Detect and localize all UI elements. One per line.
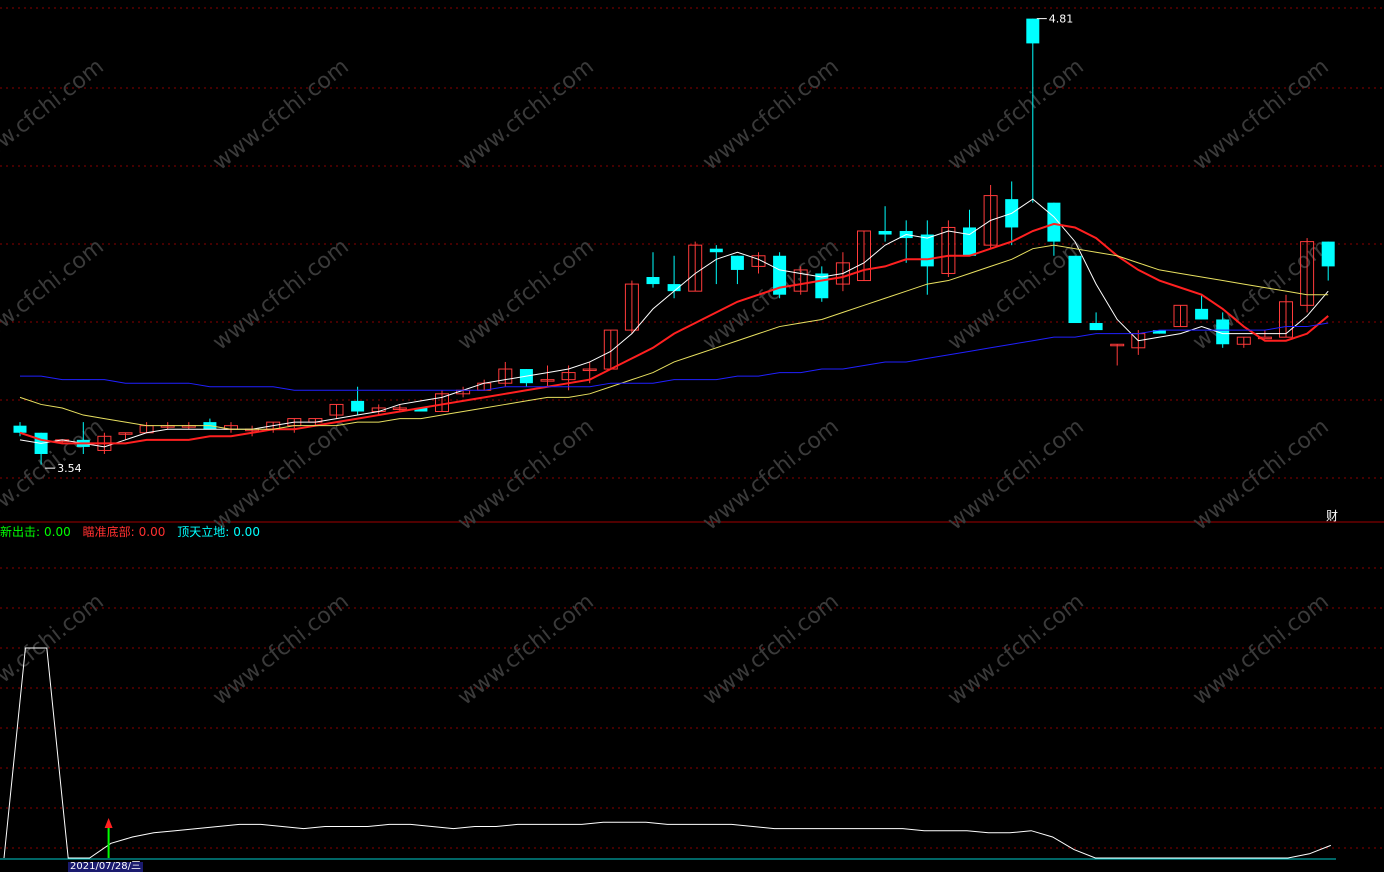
candle (351, 386, 365, 416)
candle (688, 241, 703, 292)
ma-line (19, 198, 1329, 448)
legend-label: 瞄准底部: (82, 525, 135, 539)
candle (519, 369, 533, 387)
candle (983, 184, 998, 249)
candle (878, 206, 892, 242)
watermark-text: www.cfchi.com (943, 589, 1088, 710)
candle (203, 418, 217, 430)
watermark-text: www.cfchi.com (0, 589, 109, 710)
indicator-line (3, 647, 1331, 859)
watermark-text: www.cfchi.com (453, 589, 598, 710)
candle-body (878, 230, 892, 235)
candle-body (1089, 323, 1103, 331)
candle (1173, 304, 1188, 328)
moving-average-lines (19, 198, 1329, 448)
candle (1089, 312, 1103, 331)
candle (773, 252, 787, 299)
watermark-text: www.cfchi.com (453, 234, 598, 355)
candlestick-series (13, 18, 1335, 465)
candle (1068, 255, 1082, 324)
candle (435, 390, 449, 413)
legend-label: 新出击: (0, 525, 41, 539)
candle-body (13, 425, 27, 433)
legend-item-miaozhun: 瞄准底部: 0.00 (83, 525, 174, 539)
candle-body (1195, 308, 1209, 320)
watermark-text: www.cfchi.com (698, 414, 843, 535)
watermark-text: www.cfchi.com (1188, 414, 1333, 535)
watermark-layer: www.cfchi.com www.cfchi.com www.cfchi.com w… (0, 54, 1334, 710)
candle (498, 361, 513, 387)
indicator-legend: 新出击: 0.00 瞄准底部: 0.00 顶天立地: 0.00 (0, 523, 268, 540)
candle (730, 255, 744, 285)
candle (751, 252, 766, 274)
candle (941, 220, 956, 278)
chart-canvas: www.cfchi.com www.cfchi.com www.cfchi.com w… (0, 7, 1384, 860)
candle (139, 422, 154, 434)
indicator-subchart (3, 647, 1331, 859)
candle (1236, 336, 1251, 348)
candle (540, 365, 555, 387)
watermark-text: www.cfchi.com (208, 54, 353, 175)
candle (624, 280, 639, 334)
candle-body (646, 277, 660, 285)
candle-body (1321, 241, 1335, 267)
candle (899, 220, 913, 263)
legend-value: 0.00 (138, 525, 166, 539)
watermark-text: www.cfchi.com (453, 414, 598, 535)
watermark-text: www.cfchi.com (208, 589, 353, 710)
watermark-text: www.cfchi.com (698, 589, 843, 710)
candle-body (351, 400, 365, 412)
grid-lines (0, 7, 1384, 860)
candle (329, 403, 344, 419)
watermark-text: www.cfchi.com (943, 54, 1088, 175)
candle (709, 245, 723, 285)
legend-label: 顶天立地: (177, 525, 230, 539)
candle-body (730, 255, 744, 270)
candle (963, 209, 976, 256)
candle-body (709, 248, 723, 253)
finance-button[interactable]: 财 (1326, 507, 1338, 524)
candle (857, 230, 871, 282)
candle (603, 329, 618, 370)
watermark-text: www.cfchi.com (208, 234, 353, 355)
candle (1321, 241, 1335, 281)
candle-body (1068, 255, 1082, 324)
candle (646, 252, 660, 288)
candle (224, 422, 238, 433)
candle (1110, 343, 1125, 366)
candle-body (1026, 18, 1040, 44)
watermark-text: www.cfchi.com (943, 414, 1088, 535)
legend-value: 0.00 (233, 525, 260, 539)
candle (1279, 294, 1293, 338)
annotation-label: 4.81 (1049, 13, 1074, 26)
watermark-text: www.cfchi.com (0, 234, 109, 355)
watermark-text: www.cfchi.com (698, 54, 843, 175)
watermark-text: www.cfchi.com (453, 54, 598, 175)
watermark-text: www.cfchi.com (1188, 589, 1333, 710)
legend-item-xinchuji: 新出击: 0.00 (0, 525, 79, 539)
candle (667, 255, 681, 299)
legend-value: 0.00 (44, 525, 71, 539)
candle-body (920, 234, 934, 267)
annotation-label: 3.54 (57, 462, 82, 475)
signal-arrow-icon (104, 818, 113, 828)
watermark-text: www.cfchi.com (1188, 54, 1333, 175)
candle (266, 421, 281, 433)
legend-item-dingtian: 顶天立地: 0.00 (177, 525, 264, 539)
watermark-text: www.cfchi.com (208, 414, 353, 535)
watermark-text: www.cfchi.com (0, 54, 109, 175)
